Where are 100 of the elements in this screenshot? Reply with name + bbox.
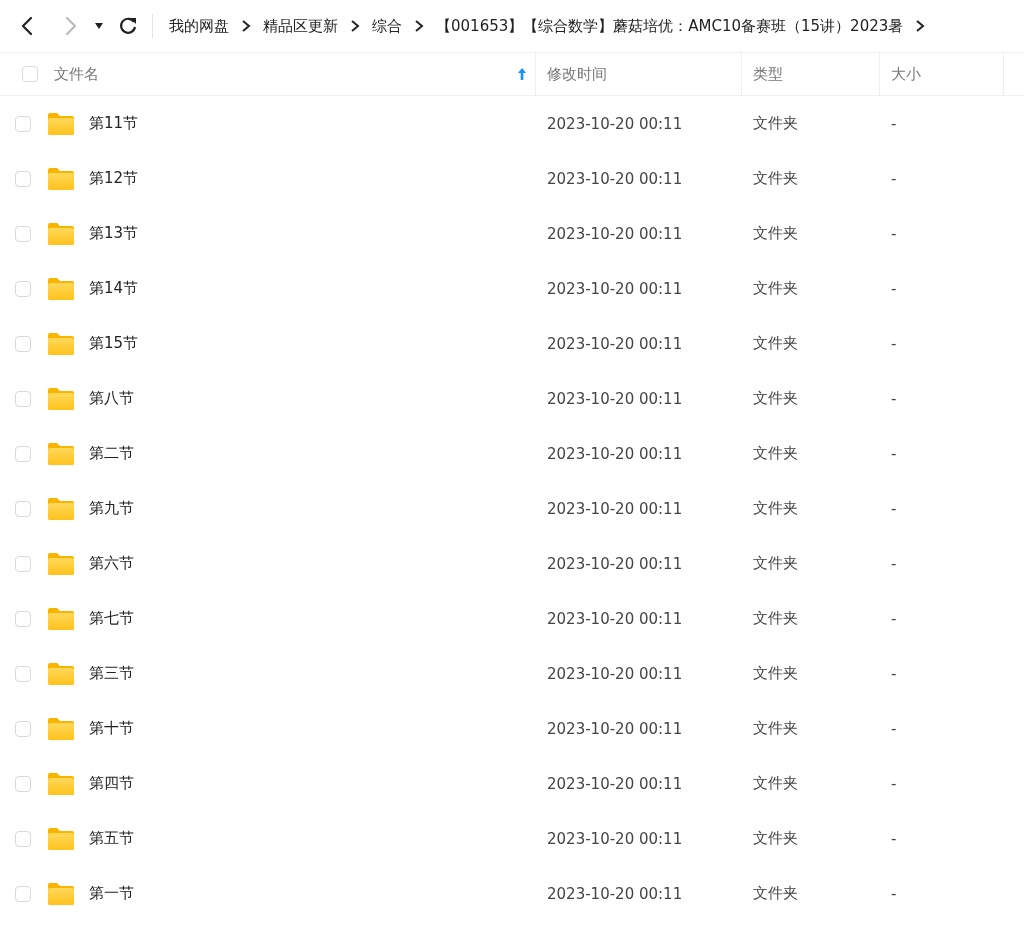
modified-time: 2023-10-20 00:11 bbox=[547, 114, 683, 133]
file-type: 文件夹 bbox=[753, 224, 798, 243]
file-type: 文件夹 bbox=[753, 114, 798, 133]
chevron-icon[interactable] bbox=[915, 18, 926, 34]
file-size: - bbox=[891, 774, 897, 793]
file-type: 文件夹 bbox=[753, 279, 798, 298]
file-type: 文件夹 bbox=[753, 334, 798, 353]
modified-time: 2023-10-20 00:11 bbox=[547, 169, 683, 188]
breadcrumb-link[interactable]: 综合 bbox=[372, 16, 402, 36]
file-type: 文件夹 bbox=[753, 884, 798, 903]
file-size: - bbox=[891, 279, 897, 298]
file-name[interactable]: 第七节 bbox=[89, 609, 134, 628]
file-size: - bbox=[891, 499, 897, 518]
file-size: - bbox=[891, 719, 897, 738]
row-checkbox[interactable] bbox=[15, 500, 31, 517]
modified-time: 2023-10-20 00:11 bbox=[547, 224, 683, 243]
file-name[interactable]: 第14节 bbox=[89, 279, 139, 298]
folder-icon bbox=[47, 441, 75, 466]
file-size: - bbox=[891, 884, 897, 903]
file-type: 文件夹 bbox=[753, 169, 798, 188]
chevron-icon[interactable] bbox=[241, 18, 251, 34]
file-name[interactable]: 第15节 bbox=[89, 334, 139, 353]
select-all-checkbox[interactable] bbox=[22, 66, 38, 82]
modified-time: 2023-10-20 00:11 bbox=[547, 664, 683, 683]
file-name[interactable]: 第12节 bbox=[89, 169, 139, 188]
file-name[interactable]: 第一节 bbox=[89, 884, 134, 903]
file-size: - bbox=[891, 114, 897, 133]
folder-icon bbox=[47, 166, 75, 191]
column-header[interactable]: 文件名 bbox=[54, 64, 517, 84]
folder-icon bbox=[47, 276, 75, 301]
modified-time: 2023-10-20 00:11 bbox=[547, 719, 683, 738]
file-name[interactable]: 第13节 bbox=[89, 224, 139, 243]
modified-time: 2023-10-20 00:11 bbox=[547, 499, 683, 518]
file-size: - bbox=[891, 224, 897, 243]
modified-time: 2023-10-20 00:11 bbox=[547, 444, 683, 463]
chevron-icon[interactable] bbox=[414, 18, 424, 34]
folder-icon bbox=[47, 771, 75, 796]
row-checkbox[interactable] bbox=[15, 445, 31, 462]
modified-time: 2023-10-20 00:11 bbox=[547, 334, 683, 353]
modified-time: 2023-10-20 00:11 bbox=[547, 389, 683, 408]
modified-time: 2023-10-20 00:11 bbox=[547, 609, 683, 628]
column-header[interactable]: 大小 bbox=[891, 64, 921, 84]
row-checkbox[interactable] bbox=[15, 830, 31, 847]
file-name[interactable]: 第11节 bbox=[89, 114, 139, 133]
row-checkbox[interactable] bbox=[15, 335, 31, 352]
file-size: - bbox=[891, 334, 897, 353]
folder-icon bbox=[47, 826, 75, 851]
column-header[interactable]: 修改时间 bbox=[547, 64, 607, 84]
folder-icon bbox=[47, 386, 75, 411]
file-name[interactable]: 第八节 bbox=[89, 389, 134, 408]
modified-time: 2023-10-20 00:11 bbox=[547, 829, 683, 848]
row-checkbox[interactable] bbox=[15, 885, 31, 902]
row-checkbox[interactable] bbox=[15, 170, 31, 187]
row-checkbox[interactable] bbox=[15, 555, 31, 572]
file-size: - bbox=[891, 444, 897, 463]
file-name[interactable]: 第三节 bbox=[89, 664, 134, 683]
row-checkbox[interactable] bbox=[15, 720, 31, 737]
file-name[interactable]: 第六节 bbox=[89, 554, 134, 573]
folder-icon bbox=[47, 331, 75, 356]
file-type: 文件夹 bbox=[753, 609, 798, 628]
column-header[interactable]: 类型 bbox=[753, 64, 783, 84]
file-name[interactable]: 第五节 bbox=[89, 829, 134, 848]
row-checkbox[interactable] bbox=[15, 610, 31, 627]
file-type: 文件夹 bbox=[753, 499, 798, 518]
folder-icon bbox=[47, 881, 75, 906]
breadcrumb-link[interactable]: 我的网盘 bbox=[169, 16, 229, 36]
file-size: - bbox=[891, 554, 897, 573]
file-name[interactable]: 第十节 bbox=[89, 719, 134, 738]
row-checkbox[interactable] bbox=[15, 280, 31, 297]
modified-time: 2023-10-20 00:11 bbox=[547, 554, 683, 573]
row-checkbox[interactable] bbox=[15, 665, 31, 682]
file-type: 文件夹 bbox=[753, 774, 798, 793]
row-checkbox[interactable] bbox=[15, 390, 31, 407]
folder-icon bbox=[47, 496, 75, 521]
row-checkbox[interactable] bbox=[15, 115, 31, 132]
folder-icon bbox=[47, 221, 75, 246]
row-checkbox[interactable] bbox=[15, 225, 31, 242]
file-name[interactable]: 第二节 bbox=[89, 444, 134, 463]
folder-icon bbox=[47, 111, 75, 136]
breadcrumb-link[interactable]: 【001653】【综合数学】蘑菇培优：AMC10备赛班（15讲）2023暑 bbox=[436, 16, 904, 36]
file-name[interactable]: 第四节 bbox=[89, 774, 134, 793]
file-type: 文件夹 bbox=[753, 664, 798, 683]
folder-icon bbox=[47, 551, 75, 576]
file-type: 文件夹 bbox=[753, 554, 798, 573]
folder-icon bbox=[47, 661, 75, 686]
chevron-icon[interactable] bbox=[350, 18, 360, 34]
breadcrumb-link[interactable]: 精品区更新 bbox=[263, 16, 338, 36]
modified-time: 2023-10-20 00:11 bbox=[547, 279, 683, 298]
file-size: - bbox=[891, 609, 897, 628]
sort-arrow-icon[interactable] bbox=[517, 67, 527, 81]
file-name[interactable]: 第九节 bbox=[89, 499, 134, 518]
file-type: 文件夹 bbox=[753, 829, 798, 848]
modified-time: 2023-10-20 00:11 bbox=[547, 774, 683, 793]
folder-icon bbox=[47, 606, 75, 631]
file-size: - bbox=[891, 664, 897, 683]
file-size: - bbox=[891, 389, 897, 408]
row-checkbox[interactable] bbox=[15, 775, 31, 792]
file-type: 文件夹 bbox=[753, 389, 798, 408]
modified-time: 2023-10-20 00:11 bbox=[547, 884, 683, 903]
folder-icon bbox=[47, 716, 75, 741]
